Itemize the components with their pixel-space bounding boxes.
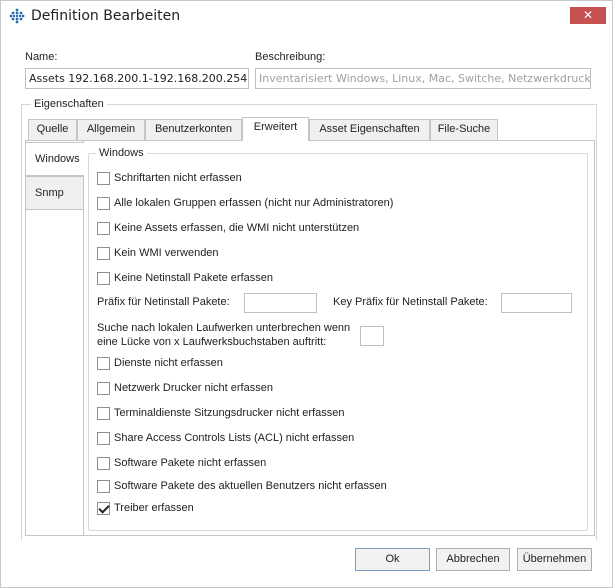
checkbox[interactable] [97, 172, 110, 185]
side-tab-divider [83, 141, 84, 535]
cancel-button[interactable]: Abbrechen [436, 548, 510, 571]
checkbox-label: Keine Assets erfassen, die WMI nicht unt… [114, 222, 360, 234]
key-prefix-label: Key Präfix für Netinstall Pakete: [333, 296, 488, 308]
side-tab-windows[interactable]: Windows [25, 142, 84, 176]
tab-label: Erweitert [253, 121, 298, 133]
tab-label: Benutzerkonten [154, 123, 233, 135]
tab-quelle[interactable]: Quelle [28, 119, 77, 140]
checkbox-label: Software Pakete des aktuellen Benutzers … [114, 480, 387, 492]
checkbox[interactable] [97, 247, 110, 260]
checkbox-label: Keine Netinstall Pakete erfassen [114, 272, 273, 284]
apply-button[interactable]: Übernehmen [517, 548, 592, 571]
drive-gap-label-line1: Suche nach lokalen Laufwerken unterbrech… [97, 322, 351, 334]
checkbox[interactable] [97, 432, 110, 445]
netinstall-prefix-label: Präfix für Netinstall Pakete: [97, 296, 230, 308]
checkbox-label: Schriftarten nicht erfassen [114, 172, 242, 184]
description-label: Beschreibung: [255, 51, 326, 63]
checkbox-label: Terminaldienste Sitzungsdrucker nicht er… [114, 407, 345, 419]
tab-asset-eigenschaften[interactable]: Asset Eigenschaften [309, 119, 430, 140]
tab-file-suche[interactable]: File-Suche [430, 119, 498, 140]
name-input[interactable]: Assets 192.168.200.1-192.168.200.254 [25, 68, 249, 89]
drive-gap-label-line2: eine Lücke von x Laufwerksbuchstaben auf… [97, 336, 327, 348]
checkbox[interactable] [97, 407, 110, 420]
checkbox-label: Kein WMI verwenden [114, 247, 219, 259]
window-title: Definition Bearbeiten [31, 8, 181, 24]
app-logo-icon [9, 8, 25, 24]
checkbox-checked[interactable] [97, 502, 110, 515]
checkbox-label: Alle lokalen Gruppen erfassen (nicht nur… [114, 197, 394, 209]
checkbox[interactable] [97, 480, 110, 493]
tab-allgemein[interactable]: Allgemein [77, 119, 145, 140]
checkbox-label: Share Access Controls Lists (ACL) nicht … [114, 432, 355, 444]
name-label: Name: [25, 51, 58, 63]
checkbox-label: Netzwerk Drucker nicht erfassen [114, 382, 273, 394]
checkbox[interactable] [97, 222, 110, 235]
checkbox[interactable] [97, 272, 110, 285]
side-tab-snmp[interactable]: Snmp [25, 176, 83, 210]
key-prefix-input[interactable] [501, 293, 572, 313]
tab-label: Quelle [36, 123, 69, 135]
checkbox-label: Treiber erfassen [114, 502, 194, 514]
ok-button[interactable]: Ok [355, 548, 430, 571]
tab-label: File-Suche [437, 123, 491, 135]
title-bar: Definition Bearbeiten ✕ [1, 1, 612, 31]
drive-gap-input[interactable] [360, 326, 384, 346]
checkbox[interactable] [97, 357, 110, 370]
windows-group-legend: Windows [96, 147, 147, 159]
side-tab-label: Snmp [35, 187, 64, 199]
description-input[interactable]: Inventarisiert Windows, Linux, Mac, Swit… [255, 68, 591, 89]
dialog-window: Definition Bearbeiten ✕ Name: Assets 192… [0, 0, 613, 588]
checkbox-label: Dienste nicht erfassen [114, 357, 223, 369]
tab-benutzerkonten[interactable]: Benutzerkonten [145, 119, 242, 140]
netinstall-prefix-input[interactable] [244, 293, 317, 313]
tab-label: Asset Eigenschaften [319, 123, 420, 135]
checkbox-label: Software Pakete nicht erfassen [114, 457, 267, 469]
properties-label: Eigenschaften [31, 98, 107, 110]
close-icon[interactable]: ✕ [583, 8, 593, 22]
tab-erweitert[interactable]: Erweitert [242, 117, 309, 141]
close-button[interactable]: ✕ [570, 7, 606, 24]
checkbox[interactable] [97, 457, 110, 470]
checkbox[interactable] [97, 197, 110, 210]
tab-label: Allgemein [86, 123, 136, 135]
checkbox[interactable] [97, 382, 110, 395]
side-tab-label: Windows [35, 153, 80, 165]
